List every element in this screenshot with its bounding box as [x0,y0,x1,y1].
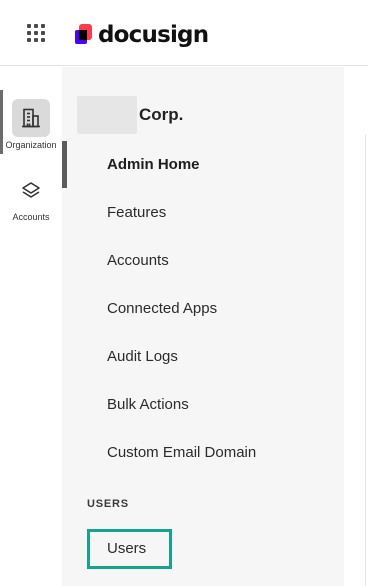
rail-label-organization: Organization [5,140,57,150]
nav-accounts[interactable]: Accounts [107,252,169,269]
nav-connected-apps[interactable]: Connected Apps [107,300,217,317]
org-nav-panel: Corp. Admin Home Features Accounts Conne… [62,67,344,586]
top-header: docusign [0,0,368,66]
nav-audit-logs[interactable]: Audit Logs [107,348,178,365]
nav-active-indicator [62,141,67,188]
rail-label-accounts: Accounts [12,212,50,222]
nav-custom-email-domain[interactable]: Custom Email Domain [107,444,256,461]
layers-icon [12,172,50,210]
nav-features[interactable]: Features [107,204,166,221]
org-name-suffix: Corp. [139,105,184,124]
org-logo-redacted [77,96,137,134]
users-section-title: USERS [87,498,129,510]
rail-item-accounts[interactable]: Accounts [0,172,62,222]
building-icon [12,99,50,137]
nav-admin-home[interactable]: Admin Home [107,156,200,173]
logo-text: docusign [98,21,209,48]
rail-item-organization[interactable]: Organization [0,99,62,150]
main-content-edge [344,67,368,586]
grid-icon[interactable] [27,24,49,46]
org-name: Corp. [77,96,183,134]
docusign-logo-mark-icon [75,24,92,44]
divider-line [365,385,366,586]
docusign-logo[interactable]: docusign [74,21,209,48]
left-rail: Organization Accounts [0,67,62,586]
nav-users[interactable]: Users [107,540,146,557]
nav-bulk-actions[interactable]: Bulk Actions [107,396,189,413]
divider-line [365,135,366,425]
